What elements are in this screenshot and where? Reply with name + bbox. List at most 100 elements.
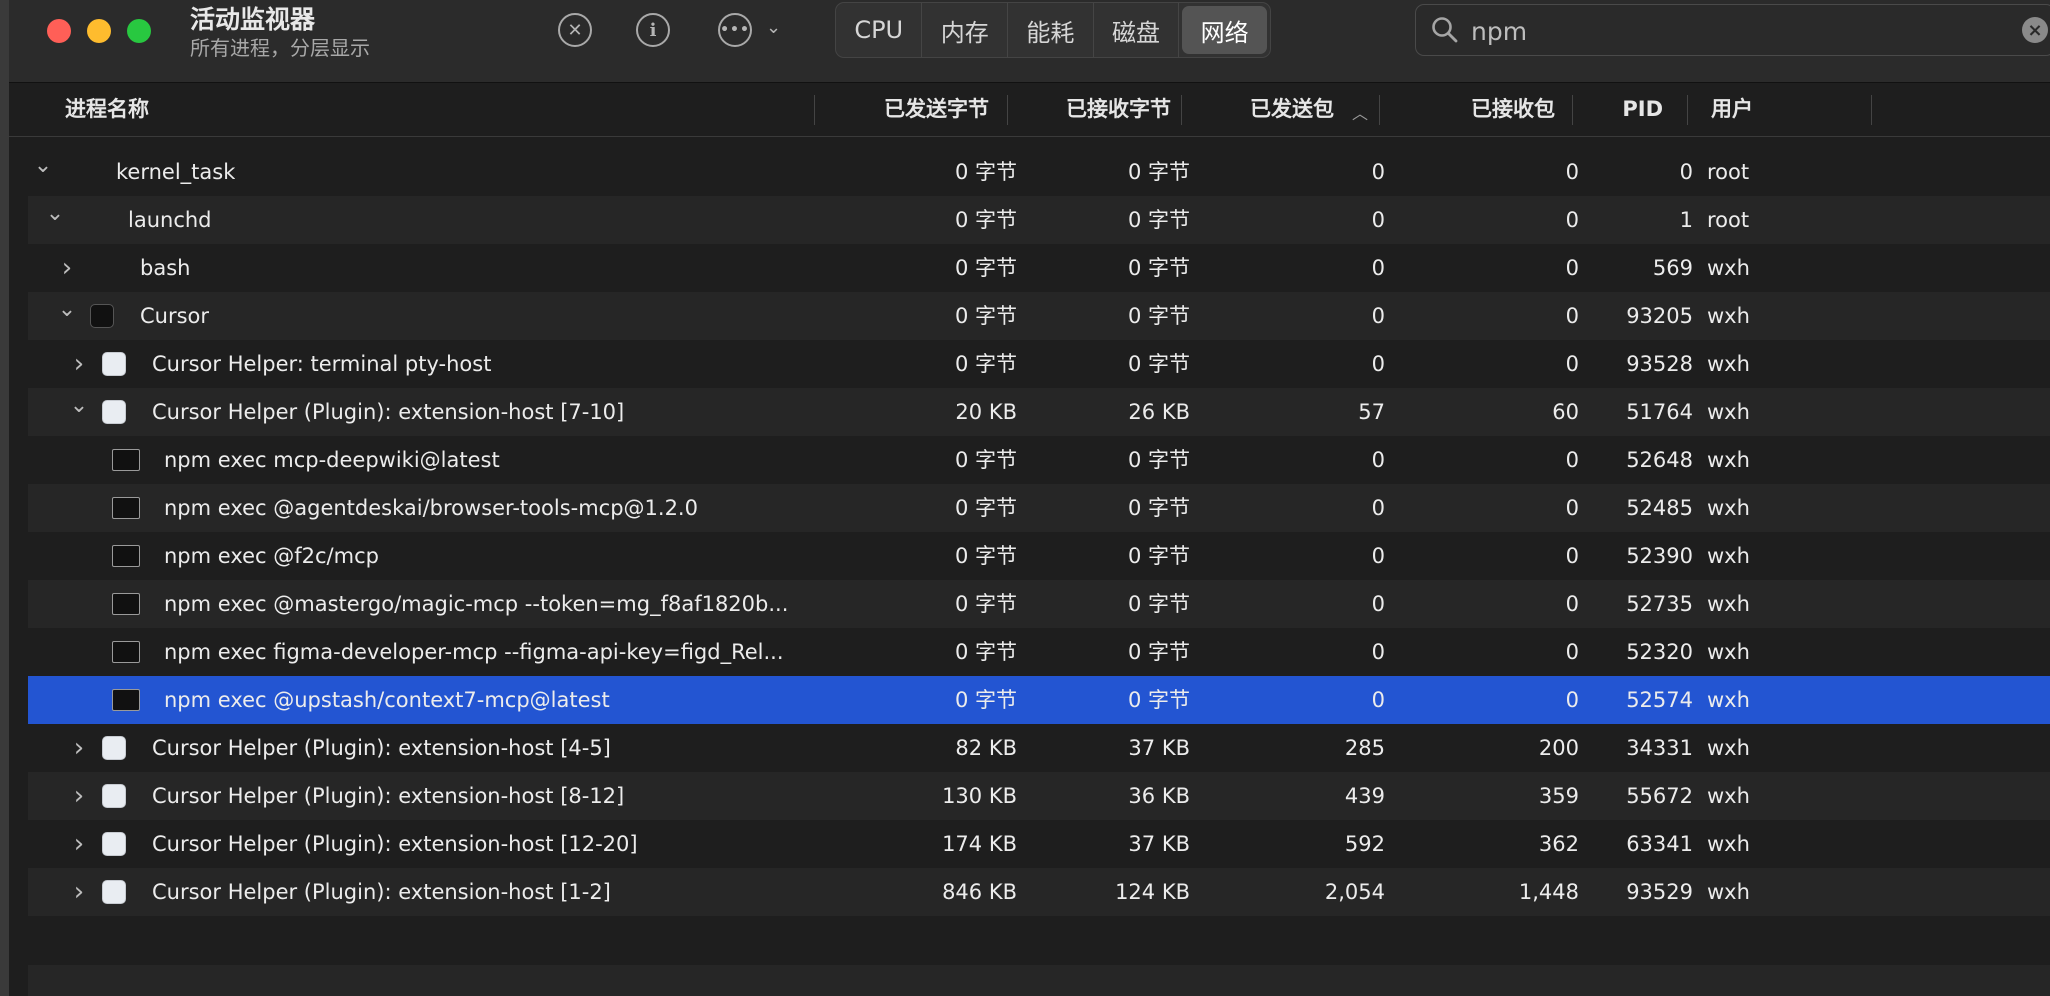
search-field[interactable]: × — [1415, 4, 2050, 56]
chevron-right-icon[interactable]: › — [68, 340, 90, 388]
process-name: Cursor Helper (Plugin): extension-host [… — [152, 880, 611, 904]
pid-value: 93205 — [1626, 304, 1693, 328]
x-circle-icon: ✕ — [567, 19, 583, 41]
inspect-process-button[interactable]: i — [636, 13, 670, 47]
user-value: root — [1707, 208, 1750, 232]
column-header-pid[interactable]: PID — [1609, 83, 1663, 136]
sent-packets-value: 0 — [1371, 160, 1385, 184]
column-header-name[interactable]: 进程名称 — [65, 83, 149, 136]
minimize-window-button[interactable] — [87, 19, 111, 43]
sent-bytes-value: 0 字节 — [954, 448, 1017, 472]
sent-bytes-value: 846 KB — [942, 880, 1017, 904]
tab-network[interactable]: 网络 — [1182, 6, 1267, 54]
sent-bytes-value: 0 字节 — [954, 352, 1017, 376]
chevron-right-icon[interactable]: › — [68, 724, 90, 772]
recv-bytes-value: 0 字节 — [1127, 208, 1190, 232]
sent-bytes-value: 0 字节 — [954, 160, 1017, 184]
table-row[interactable]: npm exec figma-developer-mcp --figma-api… — [28, 628, 2050, 676]
process-name: Cursor Helper (Plugin): extension-host [… — [152, 400, 625, 424]
table-row[interactable]: npm exec mcp-deepwiki@latest 0 字节 0 字节 0 0 52… — [28, 436, 2050, 484]
chevron-right-icon[interactable]: › — [68, 820, 90, 868]
chevron-right-icon[interactable]: › — [68, 772, 90, 820]
process-name: bash — [140, 256, 191, 280]
column-header-sent-packets[interactable]: 已发送包 — [1209, 83, 1334, 136]
column-divider[interactable] — [1572, 95, 1573, 125]
column-header-sent-bytes[interactable]: 已发送字节 — [869, 83, 989, 136]
recv-bytes-value: 0 字节 — [1127, 496, 1190, 520]
table-row[interactable]: npm exec @mastergo/magic-mcp --token=mg_… — [28, 580, 2050, 628]
sent-packets-value: 0 — [1371, 496, 1385, 520]
chevron-right-icon[interactable]: › — [68, 868, 90, 916]
pid-value: 1 — [1679, 208, 1693, 232]
cursor-app-icon — [90, 304, 114, 328]
terminal-icon — [112, 545, 140, 567]
sent-bytes-value: 0 字节 — [954, 496, 1017, 520]
sent-packets-value: 0 — [1371, 640, 1385, 664]
chevron-down-icon[interactable]: ⌄ — [68, 388, 90, 436]
tab-memory[interactable]: 内存 — [922, 3, 1009, 57]
helper-app-icon — [102, 400, 126, 424]
process-name: kernel_task — [116, 160, 236, 184]
chevron-down-icon[interactable]: ⌄ — [32, 148, 54, 196]
column-divider[interactable] — [1181, 95, 1182, 125]
table-row[interactable]: › Cursor Helper: terminal pty-host 0 字节 0 字… — [28, 340, 2050, 388]
table-row[interactable]: › bash 0 字节 0 字节 0 0 569 wxh — [28, 244, 2050, 292]
user-value: wxh — [1707, 448, 1750, 472]
table-row[interactable]: › Cursor Helper (Plugin): extension-host … — [28, 724, 2050, 772]
table-row[interactable]: ⌄ Cursor 0 字节 0 字节 0 0 93205 wxh — [28, 292, 2050, 340]
terminal-icon — [112, 449, 140, 471]
close-window-button[interactable] — [47, 19, 71, 43]
table-row[interactable]: ⌄ kernel_task 0 字节 0 字节 0 0 0 root — [28, 148, 2050, 196]
recv-packets-value: 0 — [1565, 592, 1579, 616]
column-header-user[interactable]: 用户 — [1711, 83, 1753, 136]
table-row[interactable]: ⌄ launchd 0 字节 0 字节 0 0 1 root — [28, 196, 2050, 244]
sent-bytes-value: 0 字节 — [954, 304, 1017, 328]
sent-bytes-value: 174 KB — [942, 832, 1017, 856]
sent-packets-value: 0 — [1371, 688, 1385, 712]
tab-energy[interactable]: 能耗 — [1008, 3, 1094, 57]
stop-process-button[interactable]: ✕ — [558, 13, 592, 47]
table-row[interactable]: ⌄ Cursor Helper (Plugin): extension-host … — [28, 388, 2050, 436]
chevron-down-icon[interactable]: ⌄ — [766, 17, 781, 38]
recv-packets-value: 0 — [1565, 160, 1579, 184]
tab-disk[interactable]: 磁盘 — [1094, 3, 1180, 57]
table-row[interactable]: › Cursor Helper (Plugin): extension-host … — [28, 868, 2050, 916]
pid-value: 51764 — [1626, 400, 1693, 424]
process-name: npm exec @f2c/mcp — [164, 544, 379, 568]
sent-bytes-value: 0 字节 — [954, 640, 1017, 664]
view-tabs: CPU 内存 能耗 磁盘 网络 — [835, 2, 1271, 58]
clear-search-icon[interactable]: × — [2022, 17, 2048, 43]
column-divider[interactable] — [1687, 95, 1688, 125]
column-divider[interactable] — [1379, 95, 1380, 125]
sent-bytes-value: 0 字节 — [954, 592, 1017, 616]
column-divider[interactable] — [1871, 95, 1872, 125]
sent-packets-value: 0 — [1371, 352, 1385, 376]
column-header-recv-packets[interactable]: 已接收包 — [1429, 83, 1555, 136]
recv-bytes-value: 0 字节 — [1127, 640, 1190, 664]
recv-bytes-value: 0 字节 — [1127, 304, 1190, 328]
recv-packets-value: 0 — [1565, 448, 1579, 472]
column-header-recv-bytes[interactable]: 已接收字节 — [1029, 83, 1171, 136]
zoom-window-button[interactable] — [127, 19, 151, 43]
table-row-selected[interactable]: npm exec @upstash/context7-mcp@latest 0 字… — [28, 676, 2050, 724]
more-actions-button[interactable]: ••• — [718, 13, 752, 47]
table-row[interactable]: npm exec @agentdeskai/browser-tools-mcp@… — [28, 484, 2050, 532]
tab-cpu[interactable]: CPU — [836, 3, 923, 57]
user-value: wxh — [1707, 544, 1750, 568]
column-divider[interactable] — [814, 95, 815, 125]
column-divider[interactable] — [1007, 95, 1008, 125]
table-row[interactable]: › Cursor Helper (Plugin): extension-host … — [28, 772, 2050, 820]
table-row[interactable]: › Cursor Helper (Plugin): extension-host … — [28, 820, 2050, 868]
table-row[interactable]: npm exec @f2c/mcp 0 字节 0 字节 0 0 52390 wxh — [28, 532, 2050, 580]
recv-packets-value: 1,448 — [1518, 880, 1579, 904]
pid-value: 52485 — [1626, 496, 1693, 520]
chevron-down-icon[interactable]: ⌄ — [44, 196, 66, 244]
recv-packets-value: 0 — [1565, 496, 1579, 520]
process-name: Cursor — [140, 304, 210, 328]
pid-value: 52390 — [1626, 544, 1693, 568]
chevron-down-icon[interactable]: ⌄ — [56, 292, 78, 340]
toolbar: 活动监视器 所有进程，分层显示 ✕ i ••• ⌄ CPU 内存 能耗 磁盘 网… — [9, 0, 2050, 83]
window-edge — [0, 0, 9, 996]
search-input[interactable] — [1469, 11, 1993, 51]
chevron-right-icon[interactable]: › — [56, 244, 78, 292]
